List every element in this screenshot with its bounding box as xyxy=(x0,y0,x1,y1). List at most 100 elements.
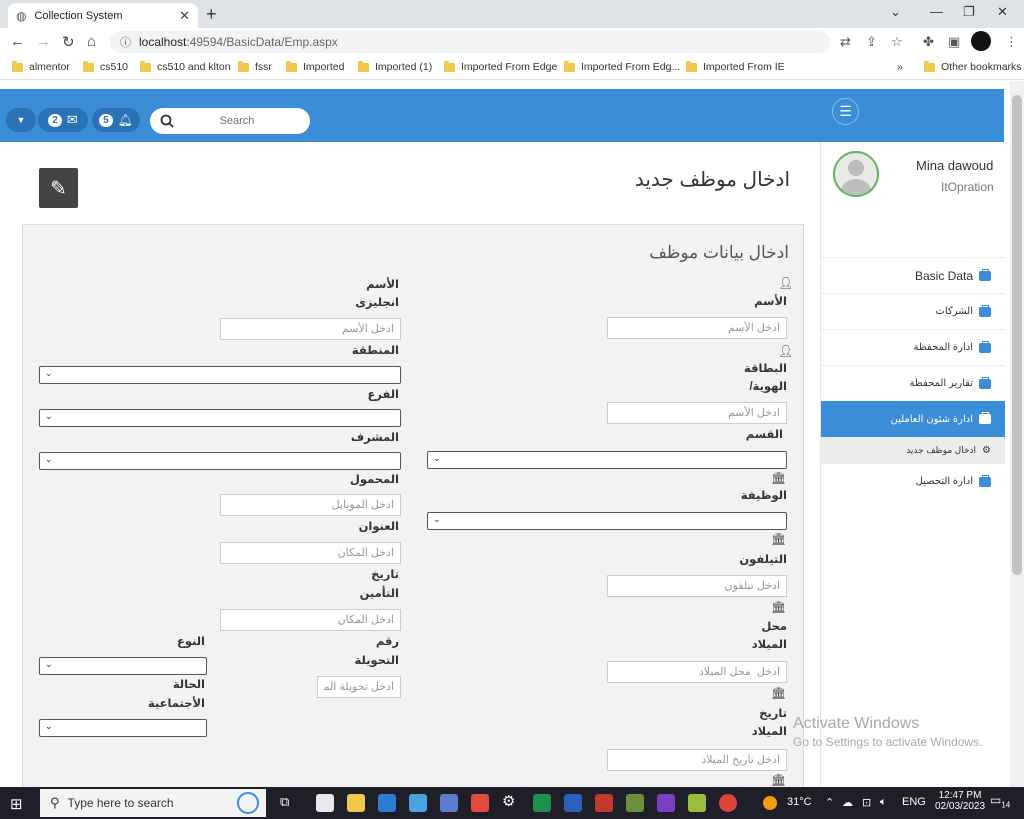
network-icon[interactable]: ⊡ xyxy=(862,796,871,809)
bookmark-item[interactable]: Imported From Edge xyxy=(444,60,557,73)
windows-start-icon[interactable]: ⊞ xyxy=(10,795,23,813)
extensions-icon[interactable]: ✤ xyxy=(923,34,934,50)
bell-icon: 🔔︎ xyxy=(117,113,133,127)
menu-dots-icon[interactable]: ⋮ xyxy=(1005,34,1018,50)
anydesk-icon[interactable] xyxy=(471,794,489,812)
chevron-up-icon[interactable]: ⌃ xyxy=(825,796,834,809)
sidebar-subitem-new-employee[interactable]: ادخال موظف جديد ⚙ xyxy=(821,437,1005,463)
bookmark-item[interactable]: cs510 and klton xyxy=(140,60,231,73)
visual-studio-icon[interactable] xyxy=(657,794,675,812)
new-tab-button[interactable]: + xyxy=(206,4,217,25)
birthdate-label: تاريخ xyxy=(759,708,787,720)
bing-icon[interactable] xyxy=(237,792,259,814)
close-tab-icon[interactable]: ✕ xyxy=(179,8,190,24)
excel-icon[interactable] xyxy=(533,794,551,812)
bookmark-item[interactable]: fssr xyxy=(238,60,272,73)
tab-title: Collection System xyxy=(34,9,123,22)
address-input[interactable] xyxy=(220,542,401,564)
star-icon[interactable]: ☆ xyxy=(891,34,903,50)
sidebar-item-portfolio-reports[interactable]: تقارير المحفظة xyxy=(821,365,1005,401)
share-icon[interactable]: ⇪ xyxy=(866,34,877,50)
cloud-icon[interactable]: ☁ xyxy=(842,796,853,809)
file-explorer-icon[interactable] xyxy=(347,794,365,812)
app-icon[interactable] xyxy=(626,794,644,812)
chrome-icon[interactable] xyxy=(719,794,737,812)
branch-select[interactable]: ⌄ xyxy=(39,409,401,427)
minimize-button[interactable]: — xyxy=(930,4,943,19)
insurance-date-input[interactable] xyxy=(220,609,401,631)
notifications-icon[interactable]: ▭14 xyxy=(990,793,1010,809)
sidebar-item-basic-data[interactable]: Basic Data xyxy=(821,257,1005,293)
language-indicator[interactable]: ENG xyxy=(902,796,926,808)
other-bookmarks[interactable]: Other bookmarks xyxy=(924,60,1022,73)
marital-status-label: الحالة xyxy=(172,679,205,691)
forward-button[interactable]: → xyxy=(36,33,51,50)
profile-avatar[interactable] xyxy=(971,31,991,51)
bookmark-item[interactable]: almentor xyxy=(12,60,70,73)
close-window-button[interactable]: ✕ xyxy=(997,4,1008,20)
file-icon[interactable] xyxy=(316,794,334,812)
chevron-down-icon[interactable]: ⌄ xyxy=(890,4,901,20)
back-button[interactable]: ← xyxy=(10,33,25,50)
search-input[interactable] xyxy=(182,115,292,127)
search-icon: ⚲ xyxy=(50,795,60,810)
notifications-button[interactable]: 5 🔔︎ xyxy=(92,108,140,132)
job-select[interactable]: ⌄ xyxy=(427,512,787,530)
word-icon[interactable] xyxy=(564,794,582,812)
page-scrollbar[interactable] xyxy=(1010,81,1024,787)
taskbar-search[interactable]: ⚲ Type here to search xyxy=(40,789,266,817)
region-select[interactable]: ⌄ xyxy=(39,366,401,384)
messages-button[interactable]: 2 ✉ xyxy=(38,108,88,132)
bookmark-item[interactable]: Imported xyxy=(286,60,344,73)
department-select[interactable]: ⌄ xyxy=(427,451,787,469)
restore-button[interactable]: ❐ xyxy=(963,4,975,20)
translate-icon[interactable]: ⇄ xyxy=(840,34,851,50)
sidebar-item-hr-management[interactable]: ادارة شئون العاملين xyxy=(821,401,1005,437)
id-card-input[interactable] xyxy=(607,402,787,424)
bookmark-item[interactable]: Imported From IE xyxy=(686,60,785,73)
english-name-input[interactable] xyxy=(220,318,401,340)
page-title: ادخال موظف جديد xyxy=(634,169,790,191)
hamburger-menu-button[interactable]: ☰ xyxy=(832,98,859,125)
mail-icon[interactable] xyxy=(378,794,396,812)
english-name-label: الأسم xyxy=(366,279,399,291)
clock[interactable]: 12:47 PM 02/03/2023 xyxy=(935,790,985,812)
scroll-thumb[interactable] xyxy=(1012,95,1022,575)
birthplace-input[interactable] xyxy=(607,661,787,683)
bookmark-item[interactable]: Imported From Edg... xyxy=(564,60,680,73)
supervisor-select[interactable]: ⌄ xyxy=(39,452,401,470)
bookmark-item[interactable]: cs510 xyxy=(83,60,128,73)
sidepanel-icon[interactable]: ▣ xyxy=(948,34,960,50)
mobile-input[interactable] xyxy=(220,494,401,516)
marital-status-select[interactable]: ⌄ xyxy=(39,719,207,737)
weather-temp[interactable]: 31°C xyxy=(787,796,812,808)
browser-tab[interactable]: ◍ Collection System ✕ xyxy=(8,3,198,28)
store-icon[interactable] xyxy=(409,794,427,812)
dropdown-toggle[interactable]: ▼ xyxy=(6,108,36,132)
reload-button[interactable]: ↻ xyxy=(62,33,75,51)
volume-icon[interactable]: 🔈︎ xyxy=(880,796,887,809)
sidebar-item-companies[interactable]: الشركات xyxy=(821,293,1005,329)
branch-label: الفرع xyxy=(367,389,399,401)
bookmarks-overflow[interactable]: » xyxy=(897,61,903,73)
address-label: العنوان xyxy=(358,521,399,533)
home-button[interactable]: ⌂ xyxy=(87,33,96,50)
devcpp-icon[interactable] xyxy=(595,794,613,812)
edit-button[interactable]: ✎ xyxy=(39,168,78,208)
app-icon[interactable] xyxy=(688,794,706,812)
app-icon[interactable] xyxy=(440,794,458,812)
url-bar[interactable]: ⓘ localhost:49594/BasicData/Emp.aspx xyxy=(110,31,830,53)
bookmark-item[interactable]: Imported (1) xyxy=(358,60,432,73)
sidebar-item-portfolio-management[interactable]: ادارة المحفظة xyxy=(821,329,1005,365)
settings-icon[interactable]: ⚙ xyxy=(502,792,520,810)
birthdate-input[interactable] xyxy=(607,749,787,771)
phone-input[interactable] xyxy=(607,575,787,597)
task-view-icon[interactable]: ⧉ xyxy=(280,794,298,812)
region-label: المنطقة xyxy=(351,345,399,357)
url-host: localhost xyxy=(139,35,187,49)
info-icon[interactable]: ⓘ xyxy=(120,34,131,50)
name-input[interactable] xyxy=(607,317,787,339)
sidebar-item-collection-management[interactable]: ادارة التحصيل xyxy=(821,463,1005,499)
extension-input[interactable] xyxy=(317,676,401,698)
gender-select[interactable]: ⌄ xyxy=(39,657,207,675)
